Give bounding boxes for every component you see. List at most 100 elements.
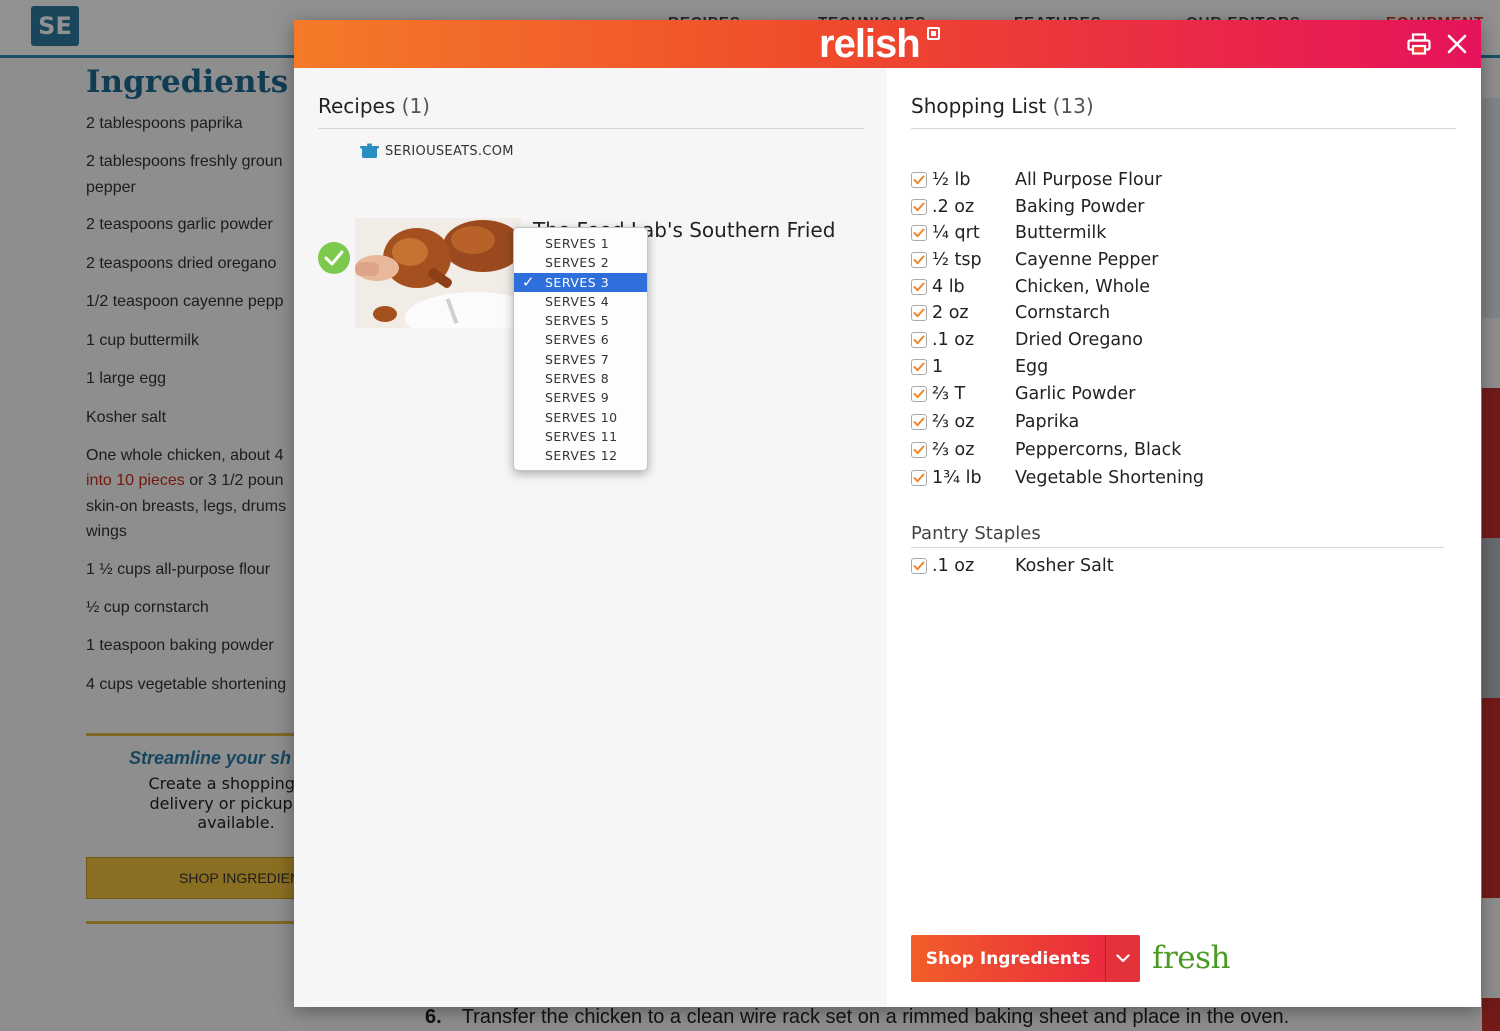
serves-option[interactable]: SERVES 5 — [514, 311, 647, 330]
checkbox[interactable] — [911, 470, 927, 486]
item-name: Peppercorns, Black — [1015, 440, 1182, 460]
item-quantity: 4 lb — [932, 277, 965, 297]
shopping-list-item: ½ lb All Purpose Flour — [911, 169, 1162, 191]
recipes-title: Recipes (1) — [318, 94, 430, 118]
source-site[interactable]: SERIOUSEATS.COM — [385, 144, 514, 159]
shop-ingredients-button[interactable]: Shop Ingredients — [911, 935, 1105, 982]
item-quantity: .2 oz — [932, 197, 975, 217]
item-quantity: 1¾ lb — [932, 468, 982, 488]
item-name: Buttermilk — [1015, 223, 1107, 243]
check-circle-icon[interactable] — [318, 242, 350, 274]
serves-option[interactable]: SERVES 9 — [514, 388, 647, 407]
item-name: Garlic Powder — [1015, 384, 1136, 404]
checkbox[interactable] — [911, 558, 927, 574]
fresh-partner-logo[interactable]: fresh — [1152, 940, 1231, 976]
checkbox[interactable] — [911, 386, 927, 402]
serves-option[interactable]: SERVES 2 — [514, 253, 647, 272]
item-name: Baking Powder — [1015, 197, 1145, 217]
shopping-list-item: ⅔ T Garlic Powder — [911, 383, 1135, 405]
item-name: All Purpose Flour — [1015, 170, 1162, 190]
checkmark-icon — [913, 389, 925, 399]
shopping-list-pane: Shopping List (13) ½ lb All Purpose Flour… — [887, 68, 1481, 1007]
checkmark-icon — [913, 202, 925, 212]
divider — [318, 128, 864, 129]
serves-dropdown[interactable]: SERVES 1 SERVES 2 ✓ SERVES 3 SERVES 4 SER… — [513, 227, 648, 471]
printer-icon[interactable] — [1405, 31, 1433, 57]
checkbox[interactable] — [911, 359, 927, 375]
recipe-source: SERIOUSEATS.COM — [360, 143, 514, 159]
item-name: Paprika — [1015, 412, 1080, 432]
checkbox[interactable] — [911, 252, 927, 268]
shop-ingredients-button-group: Shop Ingredients — [911, 935, 1140, 982]
item-name: Chicken, Whole — [1015, 277, 1151, 297]
checkmark-icon — [913, 362, 925, 372]
recipes-count: (1) — [401, 94, 430, 118]
item-quantity: .1 oz — [932, 556, 975, 576]
divider — [911, 547, 1444, 548]
relish-badge-icon — [927, 27, 940, 40]
shopping-list-item: 2 oz Cornstarch — [911, 302, 1110, 324]
pantry-staples-title: Pantry Staples — [911, 523, 1041, 544]
checkbox[interactable] — [911, 414, 927, 430]
chevron-down-icon[interactable] — [1105, 935, 1140, 982]
checkmark-icon — [913, 335, 925, 345]
checkbox[interactable] — [911, 442, 927, 458]
serves-option[interactable]: SERVES 4 — [514, 292, 647, 311]
checkbox[interactable] — [911, 332, 927, 348]
item-name: Egg — [1015, 357, 1049, 377]
modal-header: relish — [294, 20, 1481, 68]
item-quantity: ⅔ oz — [932, 440, 975, 460]
checkbox[interactable] — [911, 305, 927, 321]
serves-option[interactable]: SERVES 1 — [514, 234, 647, 253]
item-quantity: ¼ qrt — [932, 223, 980, 243]
relish-logo: relish — [819, 22, 921, 66]
checkbox[interactable] — [911, 199, 927, 215]
serves-option[interactable]: SERVES 8 — [514, 369, 647, 388]
shopping-list-title: Shopping List (13) — [911, 94, 1094, 118]
shopping-list-item: .2 oz Baking Powder — [911, 196, 1145, 218]
item-quantity: ⅔ oz — [932, 412, 975, 432]
shopping-list-item: 4 lb Chicken, Whole — [911, 276, 1150, 298]
pot-icon — [360, 143, 379, 159]
serves-option[interactable]: SERVES 11 — [514, 427, 647, 446]
checkmark-icon — [913, 473, 925, 483]
relish-modal: relish Recipes (1) SERIOUSEATS.COM The F… — [294, 20, 1481, 1007]
checkmark-icon — [913, 255, 925, 265]
item-quantity: ½ lb — [932, 170, 971, 190]
item-quantity: 2 oz — [932, 303, 969, 323]
serves-option[interactable]: SERVES 7 — [514, 350, 647, 369]
item-name: Cornstarch — [1015, 303, 1111, 323]
shopping-list-item: 1 Egg — [911, 356, 1048, 378]
item-quantity: ⅔ T — [932, 384, 966, 404]
shopping-list-item: 1¾ lb Vegetable Shortening — [911, 467, 1204, 489]
checkmark-icon — [913, 417, 925, 427]
checkbox[interactable] — [911, 279, 927, 295]
shopping-list-title-text: Shopping List — [911, 94, 1047, 118]
item-name: Cayenne Pepper — [1015, 250, 1159, 270]
item-quantity: 1 — [932, 357, 944, 377]
recipe-thumbnail[interactable] — [355, 218, 521, 328]
item-quantity: .1 oz — [932, 330, 975, 350]
item-quantity: ½ tsp — [932, 250, 982, 270]
checkbox[interactable] — [911, 225, 927, 241]
checkmark-icon — [913, 308, 925, 318]
recipes-title-text: Recipes — [318, 94, 396, 118]
item-name: Vegetable Shortening — [1015, 468, 1205, 488]
divider — [911, 128, 1456, 129]
close-icon[interactable] — [1443, 31, 1471, 57]
serves-option[interactable]: SERVES 12 — [514, 446, 647, 465]
recipes-pane: Recipes (1) SERIOUSEATS.COM The Food Lab… — [294, 68, 887, 1007]
shopping-list-item: .1 oz Dried Oregano — [911, 329, 1143, 351]
checkmark-icon — [913, 175, 925, 185]
shopping-list-item: ¼ qrt Buttermilk — [911, 222, 1106, 244]
pantry-item: .1 oz Kosher Salt — [911, 555, 1114, 577]
checkbox[interactable] — [911, 172, 927, 188]
checkmark-icon — [913, 228, 925, 238]
checkmark-icon — [913, 561, 925, 571]
serves-option-label: SERVES 3 — [545, 274, 610, 290]
shopping-list-count: (13) — [1052, 94, 1094, 118]
serves-option-selected[interactable]: ✓ SERVES 3 — [514, 272, 647, 292]
checkmark-icon — [913, 282, 925, 292]
serves-option[interactable]: SERVES 10 — [514, 408, 647, 427]
serves-option[interactable]: SERVES 6 — [514, 330, 647, 349]
